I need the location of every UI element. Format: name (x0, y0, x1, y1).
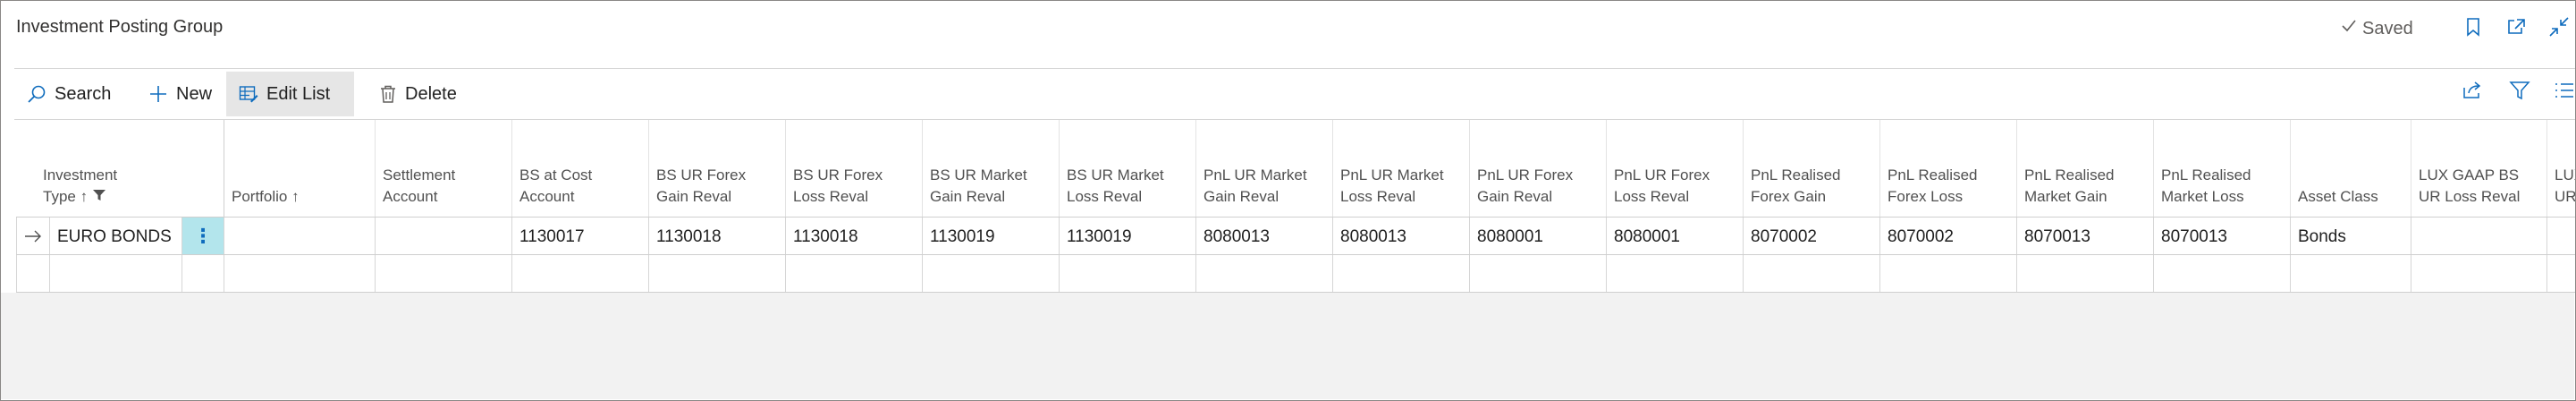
search-icon (27, 84, 46, 104)
cell-settlement-account[interactable] (376, 218, 512, 255)
column-header-bs-ur-forex-gain-reval[interactable]: BS UR Forex Gain Reval (649, 120, 786, 217)
cell-bs-ur-forex-loss-reval[interactable] (786, 255, 923, 293)
filter-icon (2509, 81, 2530, 105)
cell-pnl-ur-forex-loss-reval[interactable]: 8080001 (1607, 218, 1744, 255)
data-grid: Investment Type ↑ Portfolio ↑ Settlement… (16, 120, 2575, 294)
plus-icon (148, 84, 168, 104)
list-view-icon (2554, 81, 2575, 105)
cell-bs-ur-market-gain-reval[interactable] (923, 255, 1060, 293)
cell-bs-at-cost-account[interactable]: 1130017 (512, 218, 649, 255)
cell-asset-class[interactable] (2291, 255, 2411, 293)
cell-asset-class[interactable]: Bonds (2291, 218, 2411, 255)
collapse-icon[interactable] (2546, 14, 2572, 39)
row-indicator (16, 255, 50, 293)
cell-bs-ur-market-loss-reval[interactable]: 1130019 (1060, 218, 1196, 255)
column-header-settlement-account[interactable]: Settlement Account (376, 120, 512, 217)
bookmark-icon[interactable] (2461, 14, 2486, 39)
cell-lux-gaap-truncated[interactable] (2547, 255, 2575, 293)
delete-label: Delete (405, 83, 457, 104)
column-header-label: Investment Type ↑ (43, 166, 118, 205)
column-header-pnl-ur-forex-gain-reval[interactable]: PnL UR Forex Gain Reval (1470, 120, 1607, 217)
cell-investment-type[interactable] (50, 255, 182, 293)
filter-button[interactable] (2509, 81, 2530, 105)
cell-bs-ur-forex-gain-reval[interactable]: 1130018 (649, 218, 786, 255)
list-view-button[interactable] (2554, 81, 2575, 105)
share-icon (2462, 81, 2483, 105)
title-actions-2 (2504, 14, 2529, 39)
row-actions-more-icon[interactable]: ⋮ (182, 218, 224, 255)
cell-pnl-ur-forex-loss-reval[interactable] (1607, 255, 1744, 293)
column-header-pnl-realised-market-gain[interactable]: PnL Realised Market Gain (2017, 120, 2154, 217)
delete-button[interactable]: Delete (367, 72, 469, 116)
trash-icon (379, 84, 397, 104)
column-header-pnl-realised-forex-gain[interactable]: PnL Realised Forex Gain (1744, 120, 1880, 217)
cell-pnl-realised-forex-gain[interactable] (1744, 255, 1880, 293)
cell-pnl-ur-forex-gain-reval[interactable]: 8080001 (1470, 218, 1607, 255)
cell-pnl-realised-forex-loss[interactable]: 8070002 (1880, 218, 2017, 255)
cell-pnl-ur-market-gain-reval[interactable] (1196, 255, 1333, 293)
page-title: Investment Posting Group (16, 17, 224, 37)
column-header-lux-gaap-bs-ur-loss-reval[interactable]: LUX GAAP BS UR Loss Reval (2411, 120, 2547, 217)
column-header-pnl-ur-forex-loss-reval[interactable]: PnL UR Forex Loss Reval (1607, 120, 1744, 217)
empty-area (1, 293, 2574, 399)
saved-label: Saved (2362, 18, 2413, 38)
row-indicator-arrow-icon (16, 218, 50, 255)
cell-pnl-realised-market-loss[interactable] (2154, 255, 2291, 293)
cell-lux-gaap-truncated[interactable] (2547, 218, 2575, 255)
column-header-bs-at-cost-account[interactable]: BS at Cost Account (512, 120, 649, 217)
column-header-pnl-ur-market-gain-reval[interactable]: PnL UR Market Gain Reval (1196, 120, 1333, 217)
row-actions-cell[interactable] (182, 255, 224, 293)
share-button[interactable] (2462, 81, 2483, 105)
cell-bs-ur-forex-gain-reval[interactable] (649, 255, 786, 293)
column-header-bs-ur-market-loss-reval[interactable]: BS UR Market Loss Reval (1060, 120, 1196, 217)
cell-pnl-realised-market-gain[interactable] (2017, 255, 2154, 293)
column-header-lux-gaap-truncated[interactable]: LUX G UR Lo (2547, 120, 2575, 217)
search-label: Search (55, 83, 112, 104)
cell-investment-type[interactable]: EURO BONDS (50, 218, 182, 255)
new-label: New (176, 83, 213, 104)
cell-portfolio[interactable] (224, 255, 376, 293)
new-button[interactable]: New (136, 72, 224, 116)
cell-lux-gaap-bs-ur-loss-reval[interactable] (2411, 255, 2547, 293)
cell-pnl-realised-market-gain[interactable]: 8070013 (2017, 218, 2154, 255)
grid-bottom-border (16, 292, 2575, 293)
cell-lux-gaap-bs-ur-loss-reval[interactable] (2411, 218, 2547, 255)
cell-bs-ur-market-loss-reval[interactable] (1060, 255, 1196, 293)
column-header-portfolio[interactable]: Portfolio ↑ (224, 120, 376, 217)
cell-pnl-realised-market-loss[interactable]: 8070013 (2154, 218, 2291, 255)
title-actions (2461, 14, 2486, 39)
column-header-asset-class[interactable]: Asset Class (2291, 120, 2411, 217)
column-header-bs-ur-market-gain-reval[interactable]: BS UR Market Gain Reval (923, 120, 1060, 217)
action-bar: Search New Edit List Delete (14, 70, 2575, 118)
cell-pnl-ur-market-gain-reval[interactable]: 8080013 (1196, 218, 1333, 255)
title-actions-3 (2546, 14, 2572, 39)
top-divider (14, 68, 2575, 69)
cell-pnl-ur-market-loss-reval[interactable] (1333, 255, 1470, 293)
table-row[interactable]: EURO BONDS ⋮ 1130017 1130018 1130018 113… (16, 217, 2575, 255)
title-bar: Investment Posting Group Saved (0, 0, 2574, 63)
column-header-investment-type[interactable]: Investment Type ↑ (16, 120, 224, 217)
cell-pnl-ur-forex-gain-reval[interactable] (1470, 255, 1607, 293)
cell-settlement-account[interactable] (376, 255, 512, 293)
cell-bs-at-cost-account[interactable] (512, 255, 649, 293)
column-header-bs-ur-forex-loss-reval[interactable]: BS UR Forex Loss Reval (786, 120, 923, 217)
search-button[interactable]: Search (14, 72, 123, 116)
column-header-pnl-ur-market-loss-reval[interactable]: PnL UR Market Loss Reval (1333, 120, 1470, 217)
cell-pnl-realised-forex-gain[interactable]: 8070002 (1744, 218, 1880, 255)
edit-list-icon (239, 85, 258, 103)
cell-pnl-realised-forex-loss[interactable] (1880, 255, 2017, 293)
cell-bs-ur-forex-loss-reval[interactable]: 1130018 (786, 218, 923, 255)
open-new-window-icon[interactable] (2504, 14, 2529, 39)
column-header-pnl-realised-forex-loss[interactable]: PnL Realised Forex Loss (1880, 120, 2017, 217)
edit-list-button[interactable]: Edit List (226, 72, 354, 116)
edit-list-label: Edit List (266, 83, 331, 104)
table-row[interactable] (16, 254, 2575, 293)
saved-status: Saved (2341, 18, 2413, 39)
cell-pnl-ur-market-loss-reval[interactable]: 8080013 (1333, 218, 1470, 255)
cell-portfolio[interactable] (224, 218, 376, 255)
column-header-pnl-realised-market-loss[interactable]: PnL Realised Market Loss (2154, 120, 2291, 217)
filter-icon (92, 188, 106, 205)
cell-bs-ur-market-gain-reval[interactable]: 1130019 (923, 218, 1060, 255)
checkmark-icon (2341, 18, 2357, 39)
